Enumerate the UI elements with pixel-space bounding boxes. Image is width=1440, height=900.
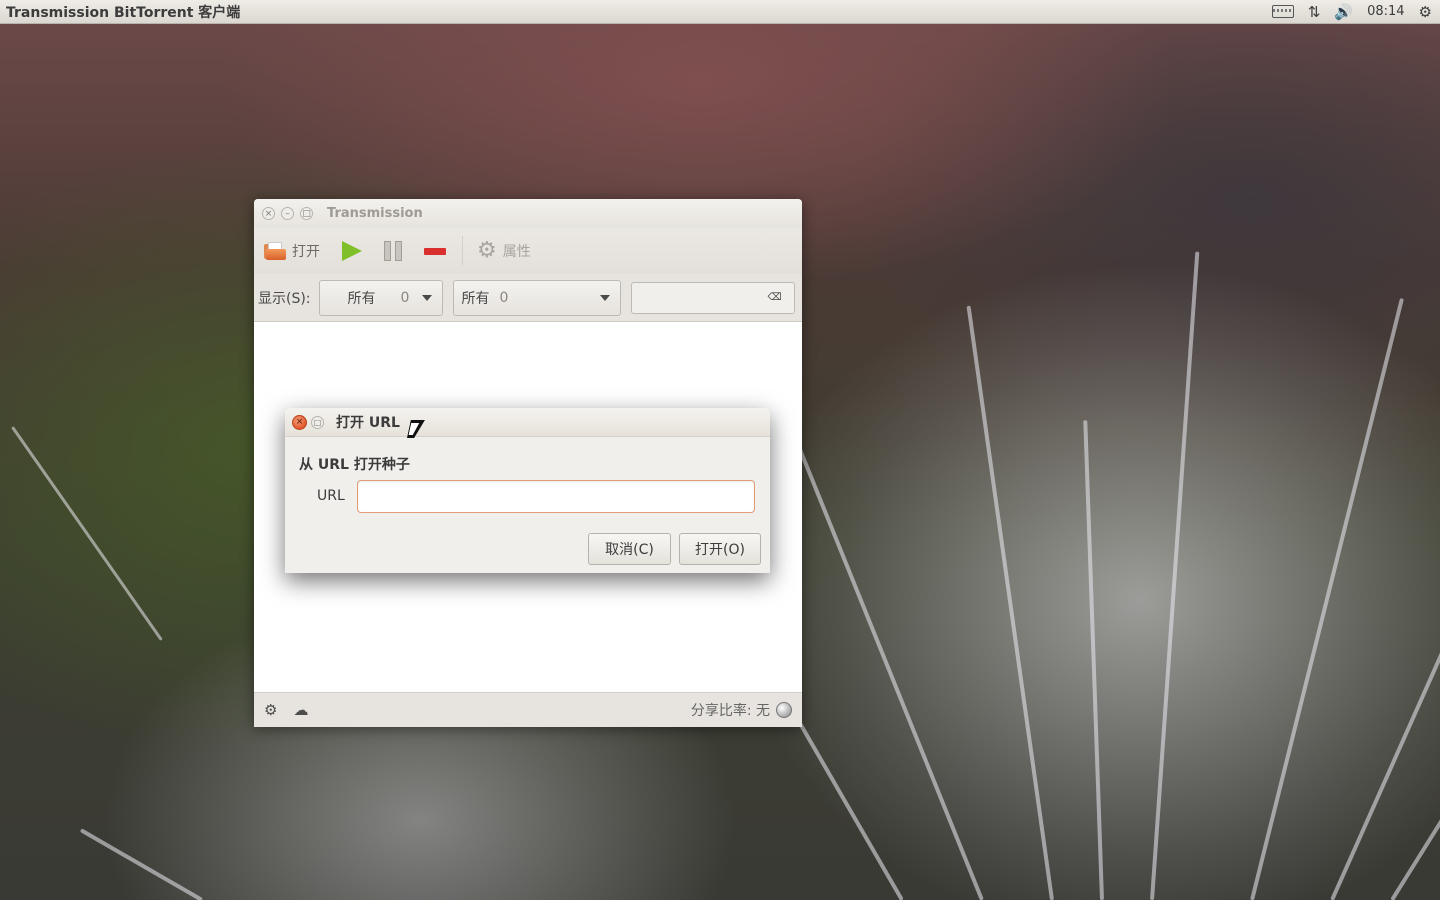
properties-button[interactable]: ⚙ 属性 [477, 240, 531, 262]
filter-bar: 显示(S): 所有 0 所有 0 ⌫ [254, 274, 802, 322]
window-maximize-button[interactable]: □ [300, 207, 313, 220]
open-button[interactable]: 打开 [264, 241, 320, 261]
main-toolbar: 打开 ⚙ 属性 [254, 228, 802, 274]
ratio-icon[interactable] [776, 702, 792, 718]
open-url-dialog: × □ 打开 URL 从 URL 打开种子 URL 取消(C) 打开(O) [285, 408, 770, 573]
wallpaper-grass [1330, 296, 1440, 900]
wallpaper-grass [1250, 297, 1404, 900]
dialog-title: 打开 URL [336, 415, 400, 431]
panel-indicators: ⇅ 🔊 08:14 ⚙ [1271, 0, 1440, 24]
cancel-button[interactable]: 取消(C) [588, 533, 671, 565]
tracker-filter-count: 0 [499, 289, 509, 306]
start-button[interactable] [342, 241, 362, 261]
tracker-filter-text: 所有 [461, 290, 490, 307]
wallpaper-grass [1150, 251, 1200, 900]
window-title: Transmission [327, 206, 423, 221]
dialog-heading: 从 URL 打开种子 [299, 457, 410, 473]
open-url-button[interactable]: 打开(O) [679, 533, 761, 565]
search-input[interactable]: ⌫ [630, 281, 795, 314]
gear-icon: ⚙ [477, 238, 497, 263]
wallpaper-grass [1083, 420, 1104, 900]
wallpaper-grass [11, 426, 163, 641]
chevron-down-icon [599, 294, 610, 301]
keyboard-icon[interactable] [1271, 5, 1294, 18]
dialog-titlebar[interactable]: × □ 打开 URL [285, 408, 770, 437]
pause-button[interactable] [384, 241, 402, 261]
chevron-down-icon [421, 294, 432, 301]
window-close-button[interactable]: × [262, 207, 275, 220]
clear-search-icon[interactable]: ⌫ [768, 292, 782, 303]
wallpaper-grass [1390, 407, 1440, 900]
activity-filter-text: 所有 [347, 290, 376, 307]
power-gear-icon[interactable]: ⚙ [1419, 0, 1432, 24]
main-titlebar[interactable]: × – □ Transmission [254, 199, 802, 228]
dialog-close-button[interactable]: × [292, 414, 307, 430]
share-ratio-label[interactable]: 分享比率: 无 [691, 700, 770, 720]
panel-app-title: Transmission BitTorrent 客户端 [6, 4, 241, 21]
top-panel: Transmission BitTorrent 客户端 ⇅ 🔊 08:14 ⚙ [0, 0, 1440, 24]
show-filter-label: 显示(S): [258, 290, 311, 307]
remove-button[interactable] [424, 247, 446, 255]
open-button-label: 打开 [292, 244, 320, 260]
remove-icon [424, 247, 446, 255]
clock[interactable]: 08:14 [1367, 4, 1404, 19]
wallpaper-grass [79, 828, 203, 900]
status-bar: ⚙ ☁ 分享比率: 无 [254, 692, 802, 727]
toolbar-separator [462, 236, 463, 266]
activity-filter-count: 0 [400, 289, 410, 306]
turtle-speed-icon[interactable]: ☁ [293, 701, 308, 719]
window-minimize-button[interactable]: – [281, 207, 294, 220]
url-label: URL [317, 488, 345, 504]
wallpaper-grass [785, 417, 984, 900]
pause-icon [384, 241, 402, 261]
url-input[interactable] [357, 480, 755, 513]
folder-open-icon [264, 242, 286, 260]
tracker-filter-combo[interactable]: 所有 0 [452, 279, 621, 316]
network-transfer-icon[interactable]: ⇅ [1308, 0, 1321, 24]
activity-filter-combo[interactable]: 所有 0 [318, 279, 443, 316]
preferences-gear-icon[interactable]: ⚙ [264, 701, 277, 719]
dialog-maximize-button[interactable]: □ [311, 415, 324, 429]
volume-icon[interactable]: 🔊 [1334, 0, 1353, 24]
properties-button-label: 属性 [502, 244, 531, 260]
wallpaper-grass [966, 305, 1054, 900]
play-icon [342, 241, 362, 261]
